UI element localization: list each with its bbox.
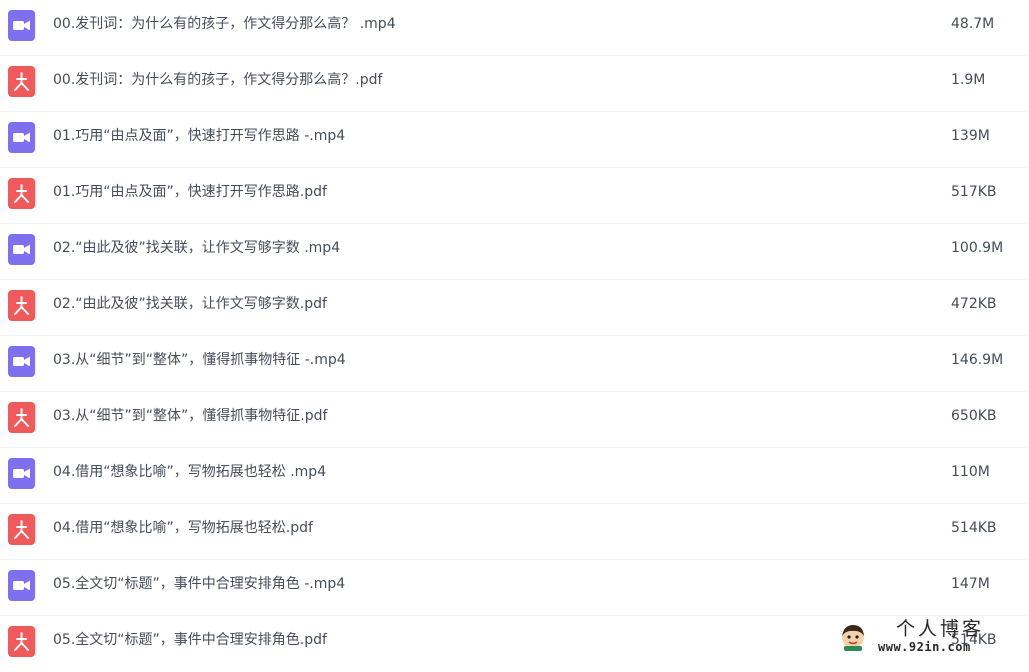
file-name: 00.发刊词：为什么有的孩子，作文得分那么高？ .mp4 [53, 16, 396, 32]
pdf-icon [8, 178, 35, 209]
file-size: 514KB [951, 520, 997, 536]
file-size: 147M [951, 576, 990, 592]
file-size: 650KB [951, 408, 997, 424]
file-name: 03.从“细节”到“整体”，懂得抓事物特征 -.mp4 [53, 352, 346, 368]
file-name: 01.巧用“由点及面”，快速打开写作思路.pdf [53, 184, 327, 200]
file-row[interactable]: 02.“由此及彼”找关联，让作文写够字数.pdf 472KB [0, 280, 1029, 336]
file-row[interactable]: 04.借用“想象比喻”，写物拓展也轻松.pdf 514KB [0, 504, 1029, 560]
watermark: 个人博客 www.92in.com [838, 618, 1026, 658]
file-row[interactable]: 05.全文切“标题”，事件中合理安排角色 -.mp4 147M [0, 560, 1029, 616]
file-name: 05.全文切“标题”，事件中合理安排角色.pdf [53, 632, 327, 648]
file-size: 100.9M [951, 240, 1004, 256]
file-name: 01.巧用“由点及面”，快速打开写作思路 -.mp4 [53, 128, 346, 144]
video-icon [8, 10, 35, 41]
file-name: 02.“由此及彼”找关联，让作文写够字数.pdf [53, 296, 327, 312]
file-name: 05.全文切“标题”，事件中合理安排角色 -.mp4 [53, 576, 346, 592]
video-icon [8, 458, 35, 489]
file-name: 02.“由此及彼”找关联，让作文写够字数 .mp4 [53, 240, 341, 256]
file-row[interactable]: 01.巧用“由点及面”，快速打开写作思路.pdf 517KB [0, 168, 1029, 224]
file-size: 139M [951, 128, 990, 144]
pdf-icon [8, 290, 35, 321]
file-name: 04.借用“想象比喻”，写物拓展也轻松.pdf [53, 520, 313, 536]
pdf-icon [8, 514, 35, 545]
video-icon [8, 570, 35, 601]
file-size: 472KB [951, 296, 997, 312]
file-row[interactable]: 00.发刊词：为什么有的孩子，作文得分那么高？ .mp4 48.7M [0, 0, 1029, 56]
file-list: 00.发刊词：为什么有的孩子，作文得分那么高？ .mp4 48.7M 00.发刊… [0, 0, 1029, 672]
file-size: 1.9M [951, 72, 986, 88]
file-row[interactable]: 03.从“细节”到“整体”，懂得抓事物特征.pdf 650KB [0, 392, 1029, 448]
file-name: 04.借用“想象比喻”，写物拓展也轻松 .mp4 [53, 464, 327, 480]
video-icon [8, 346, 35, 377]
video-icon [8, 234, 35, 265]
watermark-title: 个人博客 [896, 618, 985, 640]
pdf-icon [8, 66, 35, 97]
file-row[interactable]: 02.“由此及彼”找关联，让作文写够字数 .mp4 100.9M [0, 224, 1029, 280]
watermark-avatar-icon [838, 622, 868, 652]
file-name: 03.从“细节”到“整体”，懂得抓事物特征.pdf [53, 408, 328, 424]
file-size: 110M [951, 464, 990, 480]
pdf-icon [8, 402, 35, 433]
file-row[interactable]: 04.借用“想象比喻”，写物拓展也轻松 .mp4 110M [0, 448, 1029, 504]
file-size: 48.7M [951, 16, 995, 32]
file-row[interactable]: 01.巧用“由点及面”，快速打开写作思路 -.mp4 139M [0, 112, 1029, 168]
video-icon [8, 122, 35, 153]
file-row[interactable]: 00.发刊词：为什么有的孩子，作文得分那么高？.pdf 1.9M [0, 56, 1029, 112]
file-size: 517KB [951, 184, 997, 200]
file-row[interactable]: 03.从“细节”到“整体”，懂得抓事物特征 -.mp4 146.9M [0, 336, 1029, 392]
file-name: 00.发刊词：为什么有的孩子，作文得分那么高？.pdf [53, 72, 383, 88]
watermark-url: www.92in.com [878, 640, 971, 654]
pdf-icon [8, 626, 35, 657]
file-size: 146.9M [951, 352, 1004, 368]
